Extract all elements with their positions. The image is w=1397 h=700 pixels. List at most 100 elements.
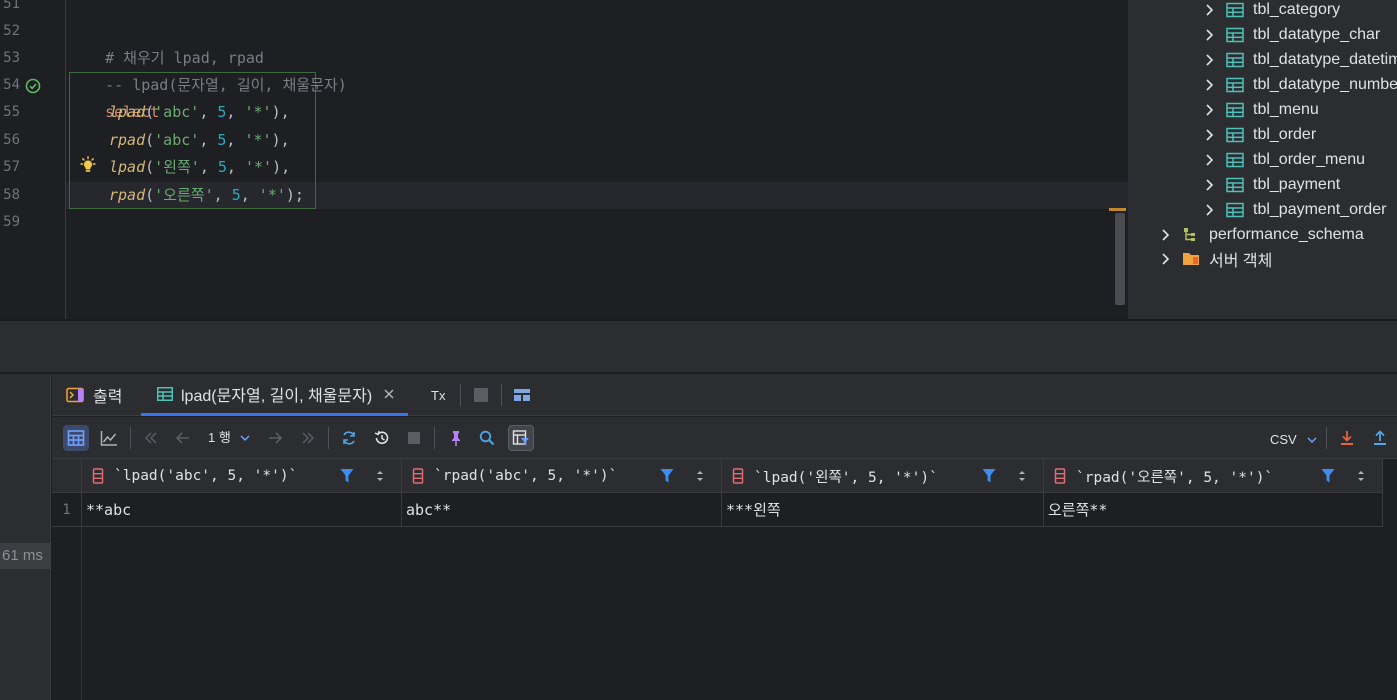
executed-check-icon[interactable] [25, 78, 41, 94]
tree-item-table[interactable]: tbl_order_menu [1202, 147, 1365, 172]
table-icon [1226, 77, 1244, 92]
tree-item-table[interactable]: tbl_datatype_char [1202, 22, 1380, 47]
tree-item-label: 서버 객체 [1209, 252, 1273, 270]
refresh-button[interactable] [336, 425, 362, 451]
table-icon [1226, 152, 1244, 167]
cancel-query-button[interactable] [401, 425, 427, 451]
line-number: 57 [3, 159, 20, 175]
chevron-right-icon[interactable] [1158, 251, 1174, 267]
cell[interactable]: abc** [402, 493, 722, 527]
chevron-right-icon[interactable] [1202, 27, 1218, 43]
tree-item-table[interactable]: tbl_menu [1202, 97, 1319, 122]
previous-page-button[interactable] [170, 425, 196, 451]
tab-result-label: lpad(문자열, 길이, 채울문자) [181, 387, 373, 405]
separator [328, 427, 329, 449]
tree-item-table[interactable]: tbl_datatype_number [1202, 72, 1397, 97]
grid-view-icon [67, 430, 85, 446]
chevron-right-icon[interactable] [1202, 177, 1218, 193]
tree-item-table[interactable]: tbl_payment [1202, 172, 1340, 197]
sort-icon[interactable] [1356, 469, 1366, 483]
result-grid[interactable]: `lpad('abc', 5, '*')` `rpad('abc', 5, '*'… [52, 459, 1397, 700]
filter-icon[interactable] [340, 468, 354, 484]
filter-view-toggle[interactable] [508, 425, 534, 451]
chevron-right-icon[interactable] [1202, 152, 1218, 168]
column-header[interactable]: `lpad('abc', 5, '*')` [82, 459, 402, 493]
history-icon [374, 430, 389, 445]
column-header-label: `rpad('abc', 5, '*')` [434, 468, 618, 484]
tree-item-table[interactable]: tbl_datatype_datetime [1202, 47, 1397, 72]
sql-editor[interactable]: 51 52 53 54 55 56 57 58 59 # 채우기 lpad, r… [0, 0, 1128, 319]
warning-marker[interactable] [1109, 208, 1126, 211]
tree-item-table[interactable]: tbl_order [1202, 122, 1316, 147]
table-row[interactable]: 1 **abc abc** ***왼쪽 오른쪽** [52, 493, 1383, 527]
pin-tab-button[interactable] [443, 425, 469, 451]
tab-output[interactable]: 출력 [66, 374, 122, 416]
sort-icon[interactable] [375, 469, 385, 483]
separator [1326, 427, 1327, 449]
tree-item-label: tbl_datatype_datetime [1253, 50, 1397, 68]
tree-item-server-objects[interactable]: 서버 객체 [1158, 246, 1272, 271]
cell[interactable]: **abc [82, 493, 402, 527]
line-number: 58 [3, 187, 20, 203]
export-format-selector[interactable]: CSV [1270, 429, 1317, 451]
import-button[interactable] [1367, 425, 1393, 451]
column-header[interactable]: `rpad('오른쪽', 5, '*')` [1044, 459, 1383, 493]
table-icon [157, 386, 173, 401]
layout-icon [514, 389, 530, 401]
chevron-right-icon[interactable] [1158, 227, 1174, 243]
chevron-right-icon[interactable] [1202, 127, 1218, 143]
row-gutter [52, 527, 82, 700]
line-number: 56 [3, 132, 20, 148]
chevron-right-icon[interactable] [1202, 102, 1218, 118]
tree-item-table[interactable]: tbl_payment_order [1202, 197, 1386, 222]
table-icon [1226, 177, 1244, 192]
last-page-button[interactable] [295, 425, 321, 451]
cell[interactable]: ***왼쪽 [722, 493, 1044, 527]
next-page-button[interactable] [262, 425, 288, 451]
column-header-label: `lpad('왼쪽', 5, '*')` [754, 469, 938, 486]
tree-item-table[interactable]: tbl_category [1202, 0, 1340, 22]
table-icon [1226, 52, 1244, 67]
chart-view-button[interactable] [96, 425, 122, 451]
history-button[interactable] [369, 425, 395, 451]
select-all-corner[interactable] [52, 459, 82, 493]
tree-item-schema[interactable]: performance_schema [1158, 222, 1364, 247]
tab-output-label: 출력 [93, 389, 123, 406]
stop-button[interactable] [474, 374, 488, 416]
editor-scrollbar[interactable] [1115, 213, 1125, 305]
filter-icon[interactable] [660, 468, 674, 484]
chevron-right-icon[interactable] [1202, 2, 1218, 18]
column-header[interactable]: `lpad('왼쪽', 5, '*')` [722, 459, 1044, 493]
column-header[interactable]: `rpad('abc', 5, '*')` [402, 459, 722, 493]
code-line-rpad-abc: rpad('abc', 5, '*'), [109, 131, 290, 149]
line-number: 51 [3, 0, 20, 12]
database-explorer-tree: tbl_category tbl_datatype_char tbl_datatyp… [1128, 0, 1397, 319]
column-header-label: `lpad('abc', 5, '*')` [114, 468, 298, 484]
filter-icon[interactable] [982, 468, 996, 484]
execution-time-badge[interactable]: 61 ms [0, 543, 51, 569]
arrow-left-icon [175, 432, 189, 444]
column-icon [732, 468, 744, 484]
close-icon[interactable] [384, 388, 394, 399]
page-size-selector[interactable]: 1 행 [208, 427, 250, 449]
search-button[interactable] [474, 425, 500, 451]
table-view-button[interactable] [63, 425, 89, 451]
row-number[interactable]: 1 [52, 493, 82, 527]
first-page-button[interactable] [138, 425, 164, 451]
cell[interactable]: 오른쪽** [1044, 493, 1383, 527]
page-size-label: 1 행 [208, 430, 231, 445]
layout-button[interactable] [514, 374, 530, 416]
filter-icon[interactable] [1321, 468, 1335, 484]
tx-button[interactable]: Tx [431, 374, 445, 416]
search-icon [479, 430, 495, 446]
sort-icon[interactable] [695, 469, 705, 483]
export-button[interactable] [1334, 425, 1360, 451]
chevron-right-icon[interactable] [1202, 77, 1218, 93]
chevron-right-icon[interactable] [1202, 202, 1218, 218]
chevron-right-icon[interactable] [1202, 52, 1218, 68]
tree-item-label: tbl_payment_order [1253, 200, 1387, 218]
tab-result[interactable]: lpad(문자열, 길이, 채울문자) [141, 374, 409, 416]
lightbulb-icon[interactable] [79, 156, 97, 174]
result-tab-bar: 출력 lpad(문자열, 길이, 채울문자) Tx [52, 374, 1397, 416]
sort-icon[interactable] [1017, 469, 1027, 483]
